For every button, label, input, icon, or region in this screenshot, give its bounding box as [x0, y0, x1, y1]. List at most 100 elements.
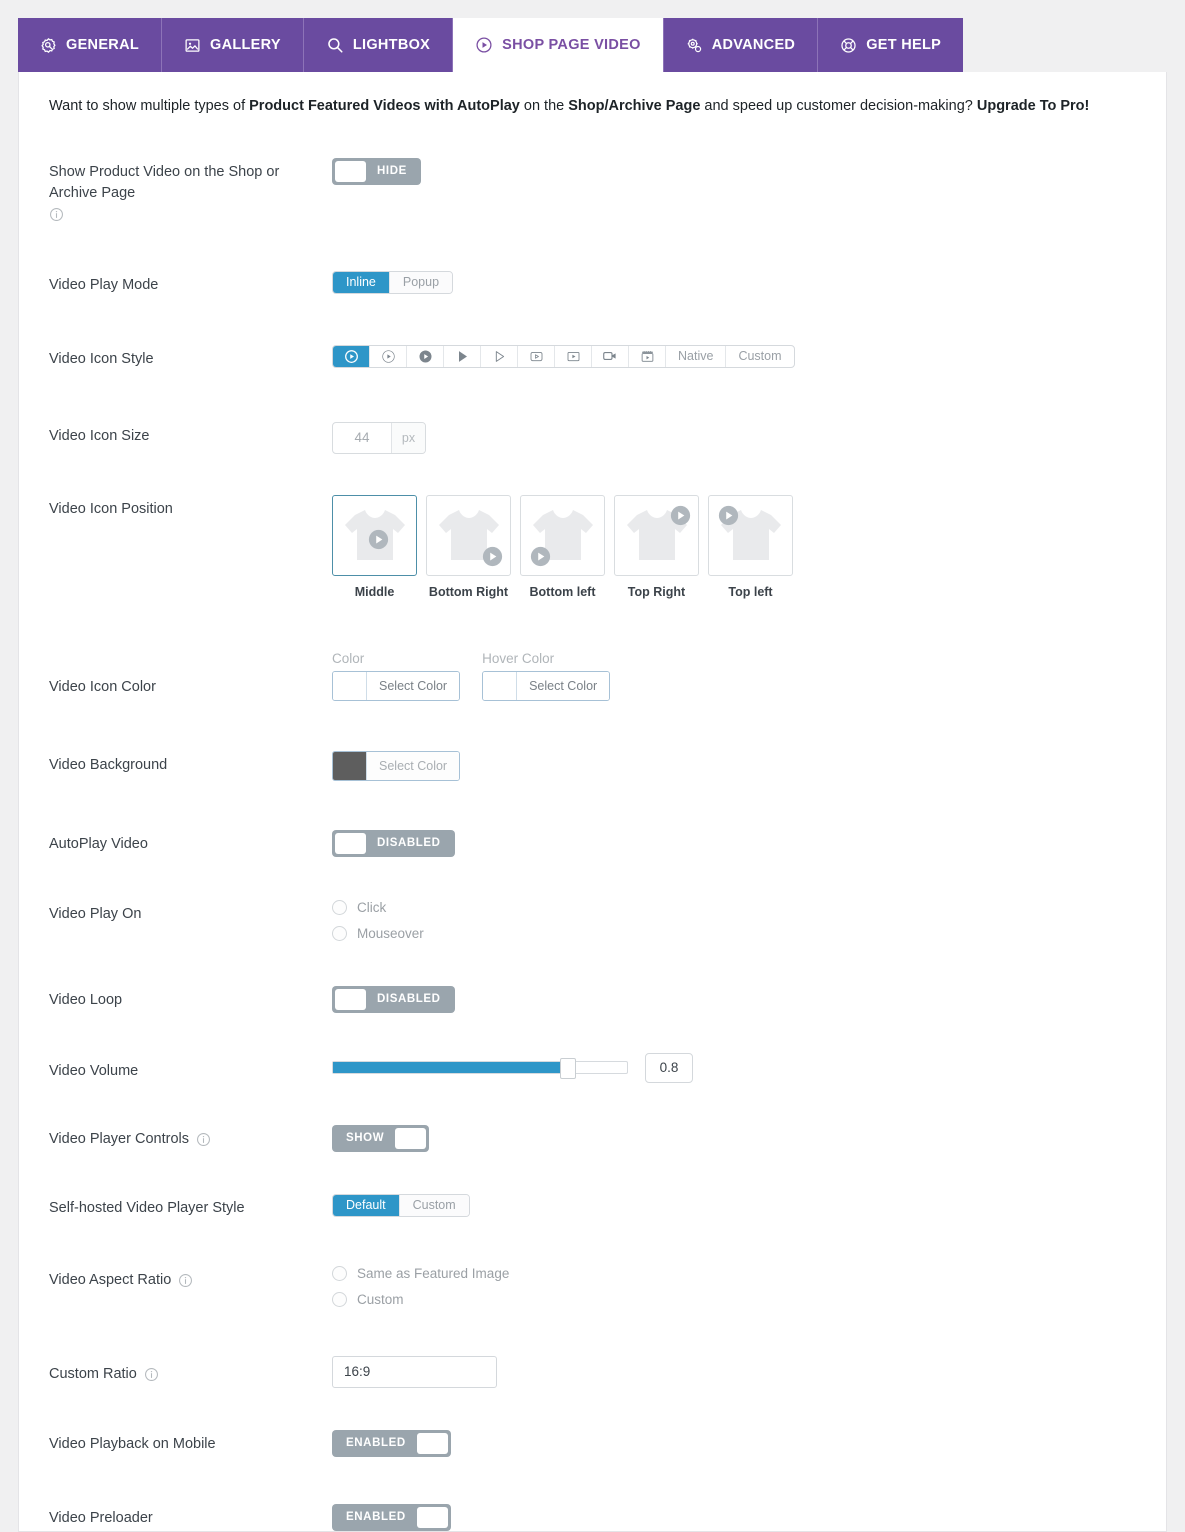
- video-loop-toggle-label: DISABLED: [377, 993, 441, 1006]
- position-caption-bottom-left: Bottom left: [529, 584, 596, 599]
- play-triangle-filled-icon-option[interactable]: [444, 345, 481, 367]
- show-product-video-toggle[interactable]: HIDE: [332, 157, 421, 185]
- position-option-middle[interactable]: Middle: [332, 494, 417, 599]
- row-video-icon-style: Video Icon Style Native Custom: [49, 344, 1136, 370]
- video-icon-color-field: Color Select Color: [332, 650, 461, 703]
- gears-icon: [686, 37, 703, 54]
- video-icon-size-label-text: Video Icon Size: [49, 427, 150, 444]
- position-thumb-top-left[interactable]: [708, 494, 793, 576]
- row-video-icon-color-control: Color Select Color Hover Color Select Co…: [332, 651, 1136, 703]
- video-icon-color-picker[interactable]: Select Color: [332, 670, 461, 701]
- video-icon-style-segmented: Native Custom: [332, 344, 795, 368]
- film-clapper-icon-option[interactable]: [629, 345, 666, 367]
- show-product-video-label-text: Show Product Video on the Shop or Archiv…: [49, 163, 280, 201]
- tab-general[interactable]: GENERAL: [18, 18, 162, 72]
- tab-advanced[interactable]: ADVANCED: [663, 18, 819, 72]
- video-volume-slider[interactable]: [332, 1058, 628, 1080]
- video-icon-size-field: 44 px: [332, 421, 426, 454]
- video-background-select-button[interactable]: Select Color: [366, 751, 460, 780]
- row-autoplay-video-control: DISABLED: [332, 829, 1136, 857]
- video-volume-label-text: Video Volume: [49, 1062, 139, 1079]
- play-rounded-rect-outline-icon-option[interactable]: [518, 345, 555, 367]
- info-icon[interactable]: [178, 1273, 193, 1288]
- video-icon-style-option-custom[interactable]: Custom: [726, 346, 793, 367]
- video-icon-size-input[interactable]: 44: [333, 423, 391, 453]
- video-play-mode-option-popup[interactable]: Popup: [389, 271, 453, 293]
- video-volume-value[interactable]: 0.8: [645, 1052, 693, 1083]
- video-play-on-radio-group: Click Mouseover: [332, 899, 1136, 941]
- autoplay-video-toggle[interactable]: DISABLED: [332, 829, 455, 857]
- video-preloader-toggle[interactable]: ENABLED: [332, 1503, 451, 1531]
- play-badge-bottom-right: [482, 546, 503, 570]
- play-circle-icon: [475, 36, 493, 54]
- play-circle-outline-thin-icon-option[interactable]: [370, 345, 407, 367]
- aspect-ratio-radio-same-as-featured[interactable]: Same as Featured Image: [332, 1265, 1136, 1281]
- video-icon-color-sublabel: Color: [332, 650, 365, 666]
- tab-get-help-label: GET HELP: [866, 37, 942, 53]
- row-video-icon-position: Video Icon Position Middle Bottom Right …: [49, 494, 1136, 599]
- aspect-ratio-radio-custom[interactable]: Custom: [332, 1291, 1136, 1307]
- tab-shop-page-video[interactable]: SHOP PAGE VIDEO: [453, 18, 664, 72]
- video-icon-hover-color-select-button[interactable]: Select Color: [516, 671, 610, 700]
- row-video-playback-mobile-control: ENABLED: [332, 1429, 1136, 1457]
- tab-bar: GENERAL GALLERY LIGHTBOX SHOP PAGE VIDEO…: [18, 18, 1185, 72]
- video-playback-mobile-label-text: Video Playback on Mobile: [49, 1435, 216, 1452]
- tab-get-help[interactable]: GET HELP: [818, 18, 964, 72]
- row-video-preloader: Video Preloader ENABLED: [49, 1503, 1136, 1531]
- row-custom-ratio: Custom Ratio 16:9: [49, 1355, 1136, 1388]
- video-playback-mobile-toggle[interactable]: ENABLED: [332, 1429, 451, 1457]
- video-player-controls-toggle[interactable]: SHOW: [332, 1124, 430, 1152]
- info-icon[interactable]: [49, 207, 64, 222]
- video-aspect-ratio-label-text: Video Aspect Ratio: [49, 1271, 172, 1288]
- row-video-background-control: Select Color: [332, 750, 1136, 783]
- tab-lightbox[interactable]: LIGHTBOX: [303, 18, 454, 72]
- row-autoplay-video: AutoPlay Video DISABLED: [49, 829, 1136, 857]
- video-play-on-radio-click[interactable]: Click: [332, 899, 1136, 915]
- position-thumb-middle[interactable]: [332, 494, 417, 576]
- play-circle-filled-icon-option[interactable]: [407, 345, 444, 367]
- player-style-option-custom[interactable]: Custom: [399, 1194, 469, 1216]
- video-icon-hover-color-picker[interactable]: Select Color: [482, 670, 611, 701]
- position-thumb-top-right[interactable]: [614, 494, 699, 576]
- video-icon-position-label-text: Video Icon Position: [49, 500, 173, 517]
- row-show-product-video-label: Show Product Video on the Shop or Archiv…: [49, 158, 332, 222]
- notice-bold-2: Shop/Archive Page: [568, 98, 701, 114]
- toggle-knob: [395, 1127, 427, 1149]
- video-background-color-picker[interactable]: Select Color: [332, 750, 461, 781]
- row-video-background: Video Background Select Color: [49, 750, 1136, 783]
- position-option-top-left[interactable]: Top left: [708, 494, 793, 599]
- notice-part-3: and speed up customer decision-making?: [700, 98, 977, 114]
- position-caption-middle: Middle: [354, 584, 395, 599]
- row-video-preloader-label: Video Preloader: [49, 1504, 332, 1529]
- position-option-top-right[interactable]: Top Right: [614, 494, 699, 599]
- row-custom-ratio-control: 16:9: [332, 1355, 1136, 1388]
- video-background-swatch: [333, 751, 366, 780]
- info-icon[interactable]: [144, 1367, 159, 1382]
- row-show-product-video: Show Product Video on the Shop or Archiv…: [49, 157, 1136, 222]
- video-play-mode-option-inline[interactable]: Inline: [333, 271, 390, 293]
- custom-ratio-input[interactable]: 16:9: [332, 1355, 497, 1388]
- row-show-product-video-control: HIDE: [332, 157, 1136, 185]
- position-thumb-bottom-right[interactable]: [426, 494, 511, 576]
- aspect-ratio-radio-custom-label: Custom: [357, 1291, 404, 1307]
- position-thumb-bottom-left[interactable]: [520, 494, 605, 576]
- video-camera-icon-option[interactable]: [592, 345, 629, 367]
- video-icon-color-select-button[interactable]: Select Color: [366, 671, 460, 700]
- info-icon[interactable]: [196, 1132, 211, 1147]
- slider-handle[interactable]: [560, 1058, 577, 1080]
- badge-gear-icon: [40, 37, 57, 54]
- player-style-option-default[interactable]: Default: [333, 1194, 400, 1216]
- upgrade-to-pro-link[interactable]: Upgrade To Pro!: [977, 98, 1090, 114]
- play-triangle-outline-icon-option[interactable]: [481, 345, 518, 367]
- play-circle-outline-thick-icon-option[interactable]: [333, 345, 370, 367]
- autoplay-video-label-text: AutoPlay Video: [49, 835, 148, 852]
- position-option-bottom-right[interactable]: Bottom Right: [426, 494, 511, 599]
- autoplay-video-toggle-label: DISABLED: [377, 837, 441, 850]
- video-play-on-radio-mouseover[interactable]: Mouseover: [332, 925, 1136, 941]
- video-play-on-radio-mouseover-label: Mouseover: [357, 925, 424, 941]
- tab-gallery[interactable]: GALLERY: [162, 18, 304, 72]
- position-option-bottom-left[interactable]: Bottom left: [520, 494, 605, 599]
- video-loop-toggle[interactable]: DISABLED: [332, 985, 455, 1013]
- play-square-filled-icon-option[interactable]: [555, 345, 592, 367]
- video-icon-style-option-native[interactable]: Native: [666, 345, 727, 367]
